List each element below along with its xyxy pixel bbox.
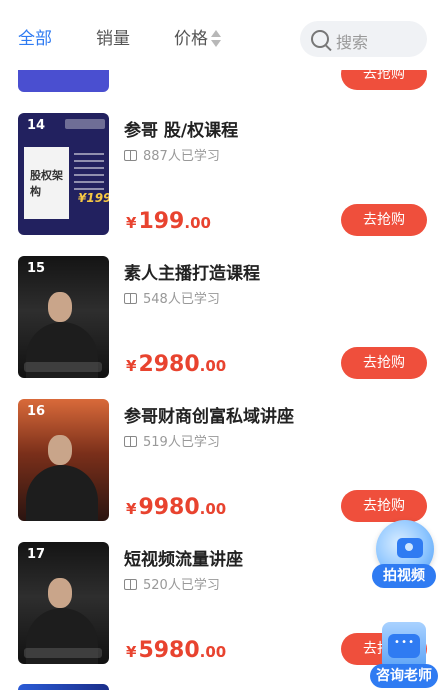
price: ¥5980.00	[126, 638, 227, 663]
course-title[interactable]: 参哥财商创富私域讲座	[124, 402, 294, 427]
brand-logo-strip	[24, 648, 102, 658]
course-thumbnail[interactable]: 17	[18, 542, 109, 664]
search-placeholder: 搜索	[336, 33, 369, 52]
person-face	[48, 578, 72, 608]
item-index: 17	[27, 547, 46, 562]
price: ¥199.00	[126, 209, 211, 234]
search-input[interactable]: 搜索	[300, 21, 427, 57]
student-count: 548人已学习	[124, 288, 220, 307]
book-icon	[124, 293, 137, 304]
consult-teacher-button[interactable]: 咨询老师	[370, 622, 438, 690]
book-icon	[124, 579, 137, 590]
price: ¥9980.00	[126, 495, 227, 520]
course-list-page: 全部 销量 价格 搜索 去抢购 14 股权架构 ¥199 参哥 股/权课程 88…	[0, 0, 442, 690]
price: ¥2980.00	[126, 352, 227, 377]
brand-badge	[65, 119, 105, 129]
item-index: 14	[27, 118, 46, 133]
student-count: 519人已学习	[124, 431, 220, 450]
consult-teacher-label: 咨询老师	[370, 664, 438, 688]
tab-sales[interactable]: 销量	[96, 28, 130, 50]
record-video-label: 拍视频	[372, 564, 436, 588]
tab-price[interactable]: 价格	[174, 28, 208, 50]
filter-bar: 全部 销量 价格 搜索	[0, 0, 442, 70]
course-thumbnail[interactable]: 15	[18, 256, 109, 378]
course-thumbnail[interactable]: 16	[18, 399, 109, 521]
person-silhouette	[26, 465, 98, 521]
person-face	[48, 435, 72, 465]
item-index: 16	[27, 404, 46, 419]
book-icon	[124, 436, 137, 447]
camera-icon	[397, 538, 423, 558]
buy-button[interactable]: 去抢购	[341, 204, 427, 236]
student-count: 887人已学习	[124, 145, 220, 164]
person-face	[48, 292, 72, 322]
buy-button[interactable]: 去抢购	[341, 347, 427, 379]
record-video-button[interactable]: 拍视频	[370, 520, 438, 590]
book-icon	[124, 150, 137, 161]
buy-button[interactable]: 去抢购	[341, 490, 427, 522]
brand-logo-strip	[24, 362, 102, 372]
course-thumbnail[interactable]: 14 股权架构 ¥199	[18, 113, 109, 235]
cover-price: ¥199	[78, 191, 109, 205]
item-index: 15	[27, 261, 46, 276]
course-title[interactable]: 素人主播打造课程	[124, 259, 260, 284]
student-count: 520人已学习	[124, 574, 220, 593]
book-cover-image: 股权架构	[24, 147, 69, 219]
tab-all[interactable]: 全部	[18, 28, 52, 50]
course-thumbnail[interactable]	[18, 684, 109, 690]
sort-arrows-icon[interactable]	[211, 28, 221, 50]
course-title[interactable]: 短视频流量讲座	[124, 545, 243, 570]
book-cover-title: 股权架构	[30, 169, 63, 198]
search-icon	[311, 30, 329, 48]
chat-icon	[388, 634, 420, 658]
cover-text-lines	[74, 153, 104, 193]
course-title[interactable]: 参哥 股/权课程	[124, 116, 238, 141]
